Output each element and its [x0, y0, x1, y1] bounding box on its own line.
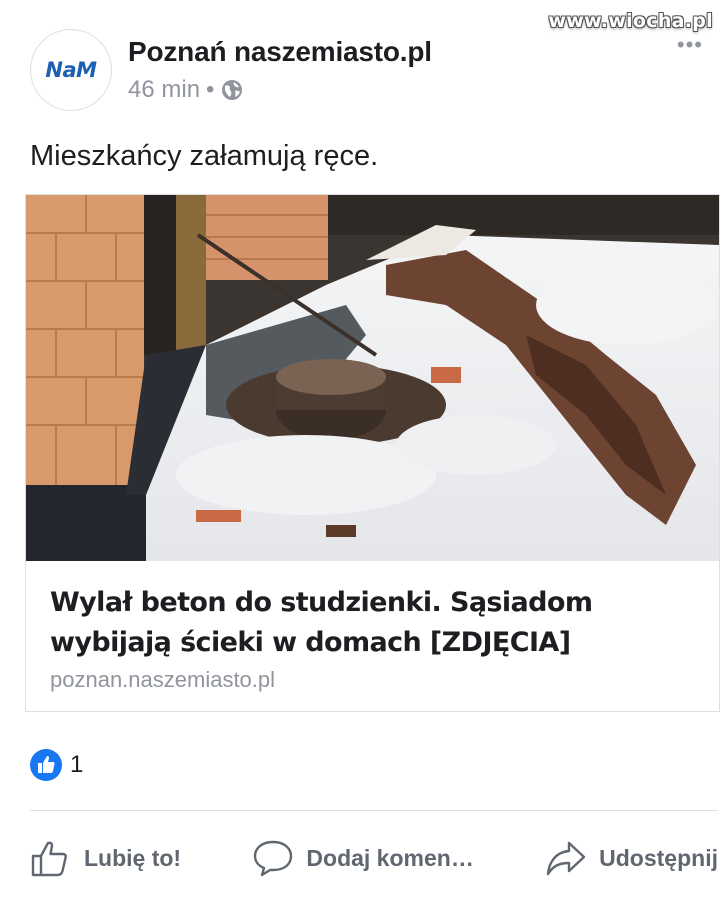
link-body: Wylał beton do studzienki. Sąsiadom wybi… [26, 561, 719, 693]
page-avatar[interactable]: NaM [30, 29, 112, 111]
header-text: Poznań naszemiasto.pl 46 min • [128, 36, 432, 104]
comment-label: Dodaj komen… [306, 844, 474, 871]
globe-icon [222, 80, 243, 100]
avatar-logo-text: NaM [45, 58, 97, 82]
reaction-count: 1 [70, 751, 84, 778]
post-header: NaM Poznań naszemiasto.pl 46 min • [30, 28, 432, 112]
more-options-icon[interactable]: ••• [677, 34, 703, 56]
link-preview-card[interactable]: Wylał beton do studzienki. Sąsiadom wybi… [25, 194, 720, 712]
link-title-line-2: wybijają ścieki w domach [ZDJĘCIA] [50, 627, 571, 658]
thumbs-up-icon [30, 749, 62, 781]
page-name-link[interactable]: Poznań naszemiasto.pl [128, 36, 432, 68]
watermark-logo: www.wiocha.pl [548, 10, 713, 32]
like-label: Lubię to! [84, 844, 182, 871]
post-meta: 46 min • [128, 76, 432, 104]
thumbs-up-outline-icon [31, 841, 67, 877]
link-title-line-1: Wylał beton do studzienki. Sąsiadom [50, 587, 593, 618]
post-time[interactable]: 46 min [128, 76, 200, 104]
post-text: Mieszkańcy załamują ręce. [30, 140, 379, 172]
link-title[interactable]: Wylał beton do studzienki. Sąsiadom wybi… [50, 583, 695, 663]
action-bar: Lubię to! Dodaj komen… Udostępnij [30, 830, 718, 886]
reactions-summary[interactable]: 1 [30, 749, 83, 781]
share-arrow-icon [546, 841, 586, 876]
meta-separator: • [206, 76, 215, 103]
link-preview-image[interactable] [26, 195, 719, 561]
like-button[interactable]: Lubię to! [30, 838, 181, 878]
comment-bubble-icon [254, 840, 293, 877]
comment-button[interactable]: Dodaj komen… [252, 838, 474, 878]
share-button[interactable]: Udostępnij [545, 838, 718, 878]
link-domain: poznan.naszemiasto.pl [50, 667, 276, 692]
share-label: Udostępnij [599, 844, 718, 871]
actions-divider [30, 810, 718, 811]
